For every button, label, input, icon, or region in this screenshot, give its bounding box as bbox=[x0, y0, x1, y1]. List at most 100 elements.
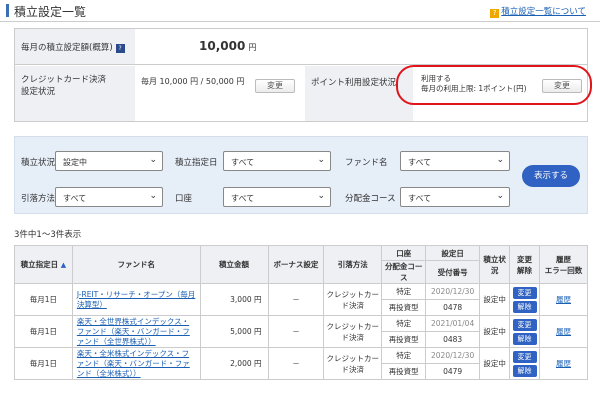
chevron-down-icon: ⌄ bbox=[496, 191, 504, 201]
date-filter-value: すべて bbox=[231, 158, 255, 167]
col-history: 履歴 エラー回数 bbox=[539, 245, 588, 284]
fund-filter-select[interactable]: すべて ⌄ bbox=[400, 151, 510, 171]
row-method: クレジットカード決済 bbox=[323, 347, 383, 380]
row-date: 毎月1日 bbox=[14, 283, 73, 316]
col-order-no: 受付番号 bbox=[425, 260, 481, 284]
help-link[interactable]: ? 積立設定一覧について bbox=[490, 5, 586, 18]
row-method: クレジットカード決済 bbox=[323, 315, 383, 348]
col-cancel-label: 解除 bbox=[517, 265, 533, 275]
row-order-no: 0478 bbox=[425, 299, 481, 316]
chevron-down-icon: ⌄ bbox=[149, 191, 157, 201]
history-link[interactable]: 履歴 bbox=[556, 327, 571, 336]
page-title: 積立設定一覧 bbox=[14, 5, 87, 19]
col-date-label: 積立指定日 bbox=[20, 260, 59, 269]
account-filter-select[interactable]: すべて ⌄ bbox=[223, 187, 331, 207]
row-bonus: － bbox=[267, 347, 325, 380]
chevron-down-icon: ⌄ bbox=[149, 155, 157, 165]
col-change-label: 変更 bbox=[517, 254, 533, 264]
dist-filter-select[interactable]: すべて ⌄ bbox=[400, 187, 510, 207]
filter-panel: 積立状況 設定中 ⌄ 積立指定日 すべて ⌄ ファンド名 すべて ⌄ 引落方法 すべて… bbox=[14, 136, 588, 214]
change-button[interactable]: 変更 bbox=[512, 286, 537, 299]
status-filter-select[interactable]: 設定中 ⌄ bbox=[55, 151, 163, 171]
row-order-no: 0483 bbox=[425, 331, 481, 348]
row-actions: 変更解除 bbox=[509, 315, 541, 348]
dist-filter-value: すべて bbox=[408, 194, 432, 203]
cancel-button[interactable]: 解除 bbox=[512, 300, 537, 313]
sort-icon[interactable]: ▲ bbox=[61, 261, 66, 269]
fund-filter-value: すべて bbox=[408, 158, 432, 167]
row-dist: 再投資型 bbox=[381, 363, 427, 380]
col-change: 変更 解除 bbox=[509, 245, 541, 284]
row-status: 設定中 bbox=[479, 315, 511, 348]
status-filter-label: 積立状況 bbox=[21, 158, 56, 168]
col-method: 引落方法 bbox=[323, 245, 383, 284]
history-link[interactable]: 履歴 bbox=[556, 295, 571, 304]
col-fund: ファンド名 bbox=[71, 245, 201, 284]
monthly-total-label-text: 毎月の積立設定額(概算) bbox=[21, 43, 113, 53]
monthly-total-label: 毎月の積立設定額(概算)? bbox=[15, 29, 135, 64]
row-dist: 再投資型 bbox=[381, 331, 427, 348]
row-history: 履歴 bbox=[539, 315, 588, 348]
credit-card-label-line1: クレジットカード決済 bbox=[21, 75, 107, 85]
history-link[interactable]: 履歴 bbox=[556, 359, 571, 368]
row-setdate: 2020/12/30 bbox=[425, 347, 481, 364]
table-row: 毎月1日 楽天・全世界株式インデックス・ファンド（楽天・バンガード・ファンド（全… bbox=[14, 315, 588, 348]
row-account: 特定 bbox=[381, 315, 427, 332]
cancel-button[interactable]: 解除 bbox=[512, 332, 537, 345]
setting-table: 積立指定日 ▲ ファンド名 積立金額 ボーナス設定 引落方法 口座 設定日 積立… bbox=[14, 245, 588, 380]
table-row: 毎月1日 J-REIT・リサーチ・オープン（毎月決算型） 3,000 円 － ク… bbox=[14, 283, 588, 316]
title-accent-bar bbox=[6, 4, 9, 17]
credit-card-change-button[interactable]: 変更 bbox=[255, 79, 295, 93]
date-filter-label: 積立指定日 bbox=[175, 158, 218, 168]
col-date[interactable]: 積立指定日 ▲ bbox=[14, 245, 73, 284]
row-bonus: － bbox=[267, 283, 325, 316]
row-date: 毎月1日 bbox=[14, 315, 73, 348]
credit-card-label: クレジットカード決済 設定状況 bbox=[15, 66, 135, 121]
row-status: 設定中 bbox=[479, 283, 511, 316]
col-history-label: 履歴 bbox=[556, 254, 572, 264]
date-filter-select[interactable]: すべて ⌄ bbox=[223, 151, 331, 171]
help-link-text[interactable]: 積立設定一覧について bbox=[501, 7, 586, 17]
credit-card-label-line2: 設定状況 bbox=[21, 87, 56, 97]
col-amount: 積立金額 bbox=[199, 245, 269, 284]
row-actions: 変更解除 bbox=[509, 283, 541, 316]
col-bonus: ボーナス設定 bbox=[267, 245, 325, 284]
row-history: 履歴 bbox=[539, 283, 588, 316]
row-account: 特定 bbox=[381, 283, 427, 300]
cancel-button[interactable]: 解除 bbox=[512, 364, 537, 377]
highlight-annotation bbox=[396, 65, 592, 105]
credit-card-value: 毎月 10,000 円 / 50,000 円 bbox=[141, 77, 245, 86]
dist-filter-label: 分配金コース bbox=[345, 194, 396, 204]
fund-link[interactable]: J-REIT・リサーチ・オープン（毎月決算型） bbox=[71, 283, 201, 316]
change-button[interactable]: 変更 bbox=[512, 318, 537, 331]
row-history: 履歴 bbox=[539, 347, 588, 380]
col-account: 口座 bbox=[381, 245, 427, 261]
monthly-total-unit: 円 bbox=[248, 43, 257, 52]
chevron-down-icon: ⌄ bbox=[496, 155, 504, 165]
row-setdate: 2020/12/30 bbox=[425, 283, 481, 300]
monthly-total-value: 10,000 円 bbox=[199, 39, 256, 53]
status-filter-value: 設定中 bbox=[63, 158, 87, 167]
chevron-down-icon: ⌄ bbox=[317, 191, 325, 201]
col-error-label: エラー回数 bbox=[544, 265, 583, 275]
col-setdate: 設定日 bbox=[425, 245, 481, 261]
question-icon: ? bbox=[490, 9, 500, 18]
method-filter-value: すべて bbox=[63, 194, 87, 203]
row-bonus: － bbox=[267, 315, 325, 348]
show-button[interactable]: 表示する bbox=[522, 165, 580, 187]
info-icon[interactable]: ? bbox=[115, 44, 125, 53]
fund-link[interactable]: 楽天・全世界株式インデックス・ファンド（楽天・バンガード・ファンド（全世界株式）… bbox=[71, 315, 201, 348]
row-status: 設定中 bbox=[479, 347, 511, 380]
col-status: 積立状況 bbox=[479, 245, 511, 284]
row-amount: 2,000 円 bbox=[199, 347, 269, 380]
change-button[interactable]: 変更 bbox=[512, 350, 537, 363]
account-filter-value: すべて bbox=[231, 194, 255, 203]
row-amount: 3,000 円 bbox=[199, 283, 269, 316]
row-amount: 5,000 円 bbox=[199, 315, 269, 348]
method-filter-select[interactable]: すべて ⌄ bbox=[55, 187, 163, 207]
page-header: 積立設定一覧 ? 積立設定一覧について bbox=[0, 0, 600, 22]
account-filter-label: 口座 bbox=[175, 194, 193, 204]
monthly-total-row: 毎月の積立設定額(概算)? 10,000 円 bbox=[15, 29, 587, 65]
row-actions: 変更解除 bbox=[509, 347, 541, 380]
fund-link[interactable]: 楽天・全米株式インデックス・ファンド（楽天・バンガード・ファンド（全米株式）） bbox=[71, 347, 201, 380]
